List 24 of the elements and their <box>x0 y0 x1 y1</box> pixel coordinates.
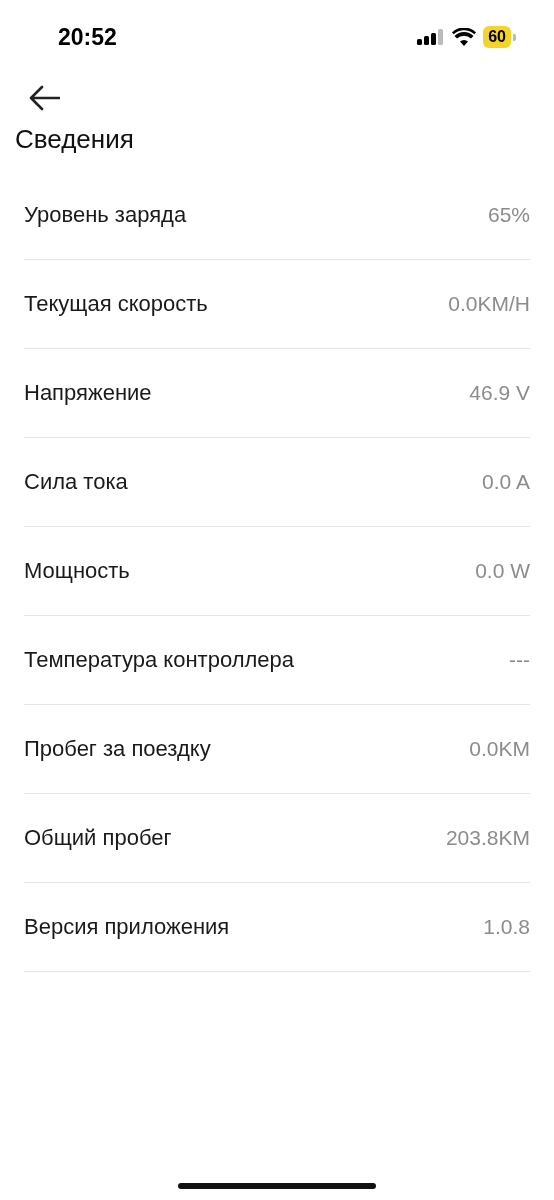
status-time: 20:52 <box>58 23 117 51</box>
row-value: 0.0 A <box>482 470 530 494</box>
row-label: Напряжение <box>24 380 152 406</box>
row-label: Уровень заряда <box>24 202 187 228</box>
signal-icon <box>417 29 446 45</box>
row-value: 65% <box>487 203 530 227</box>
row-value: 203.8KM <box>445 826 530 850</box>
page-title: Сведения <box>15 124 135 155</box>
row-value: 0.0 W <box>475 559 530 583</box>
row-label: Температура контроллера <box>24 647 295 673</box>
row-value: 0.0KM <box>469 737 530 761</box>
row-value: 0.0KM/H <box>448 292 530 316</box>
row-label: Общий пробег <box>24 825 172 851</box>
battery-level: 60 <box>483 26 511 48</box>
wifi-icon <box>452 28 477 46</box>
row-label: Текущая скорость <box>24 291 208 317</box>
row-value: --- <box>509 648 530 672</box>
row-value: 1.0.8 <box>483 915 530 939</box>
row-label: Пробег за поездку <box>24 736 211 762</box>
back-arrow-icon <box>28 85 60 111</box>
row-label: Мощность <box>24 558 130 584</box>
row-label: Сила тока <box>24 469 128 495</box>
row-value: 46.9 V <box>469 381 530 405</box>
row-label: Версия приложения <box>24 914 230 940</box>
